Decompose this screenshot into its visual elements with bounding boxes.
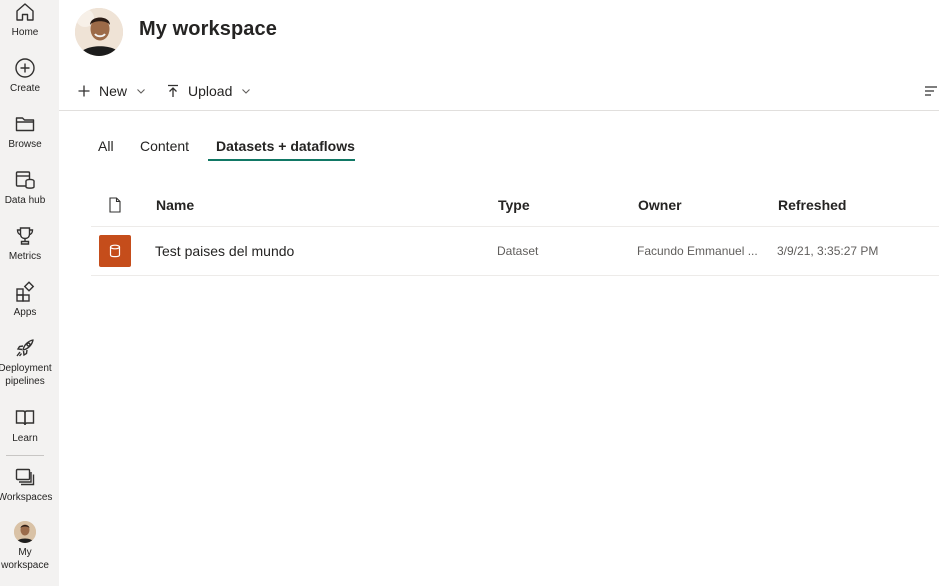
nav-apps-label: Apps — [13, 307, 37, 318]
nav-divider — [6, 455, 44, 456]
column-header-type-icon — [108, 197, 122, 218]
upload-button[interactable]: Upload — [166, 80, 251, 102]
nav-learn-label: Learn — [12, 433, 38, 444]
tab-datasets-dataflows[interactable]: Datasets + dataflows — [216, 138, 355, 154]
column-header-owner[interactable]: Owner — [638, 197, 682, 213]
home-icon — [16, 3, 34, 21]
apps-icon — [16, 281, 35, 302]
folder-icon — [15, 117, 35, 132]
row-name-link[interactable]: Test paises del mundo — [155, 243, 294, 259]
page-title: My workspace — [139, 18, 277, 40]
workspace-avatar — [75, 8, 123, 56]
nav-workspaces[interactable]: Workspaces — [0, 466, 53, 504]
nav-metrics-label: Metrics — [8, 251, 42, 262]
document-icon — [109, 197, 121, 213]
nav-browse-label: Browse — [8, 139, 42, 150]
upload-icon — [168, 84, 178, 97]
nav-deployment-pipelines-label: Deployment pipelines — [0, 363, 52, 387]
avatar — [14, 521, 36, 543]
nav-metrics[interactable]: Metrics — [0, 225, 50, 263]
table-row[interactable]: Test paises del mundo Dataset Facundo Em… — [91, 227, 939, 276]
nav-data-hub[interactable]: Data hub — [0, 169, 50, 207]
tab-all[interactable]: All — [98, 138, 114, 154]
column-header-type[interactable]: Type — [498, 197, 530, 213]
plus-icon — [78, 85, 90, 97]
nav-workspaces-label: Workspaces — [0, 492, 53, 503]
create-icon — [15, 58, 35, 78]
toolbar-divider — [59, 110, 939, 111]
row-refreshed: 3/9/21, 3:35:27 PM — [777, 244, 879, 258]
tab-content[interactable]: Content — [140, 138, 189, 154]
nav-create[interactable]: Create — [0, 57, 50, 95]
nav-deployment-pipelines[interactable]: Deployment pipelines — [0, 337, 52, 388]
dataset-icon — [99, 235, 131, 267]
nav-apps[interactable]: Apps — [0, 281, 50, 319]
data-hub-icon — [15, 171, 35, 189]
new-button[interactable]: New — [77, 80, 146, 102]
nav-home-label: Home — [11, 27, 39, 38]
trophy-icon — [16, 227, 34, 245]
nav-my-workspace-label: My workspace — [1, 547, 49, 571]
book-icon — [15, 410, 35, 426]
nav-create-label: Create — [9, 83, 40, 94]
nav-browse[interactable]: Browse — [0, 113, 50, 151]
column-header-name[interactable]: Name — [156, 197, 194, 213]
nav-learn[interactable]: Learn — [0, 407, 50, 445]
nav-my-workspace[interactable]: My workspace — [0, 521, 50, 572]
column-header-refreshed[interactable]: Refreshed — [778, 197, 846, 213]
chevron-down-icon — [137, 89, 145, 94]
rocket-icon — [16, 339, 34, 357]
new-button-label: New — [99, 83, 128, 99]
row-owner: Facundo Emmanuel ... — [637, 244, 758, 258]
nav-home[interactable]: Home — [0, 1, 50, 39]
workspaces-icon — [15, 468, 35, 486]
upload-button-label: Upload — [188, 83, 233, 99]
active-tab-indicator — [208, 159, 355, 161]
left-nav-rail: Home Create Browse Data hub Metrics Apps… — [0, 0, 59, 586]
chevron-down-icon — [242, 89, 251, 94]
row-type: Dataset — [497, 244, 539, 258]
nav-data-hub-label: Data hub — [4, 195, 46, 206]
view-options-button[interactable] — [924, 84, 938, 98]
list-options-icon — [925, 86, 937, 96]
